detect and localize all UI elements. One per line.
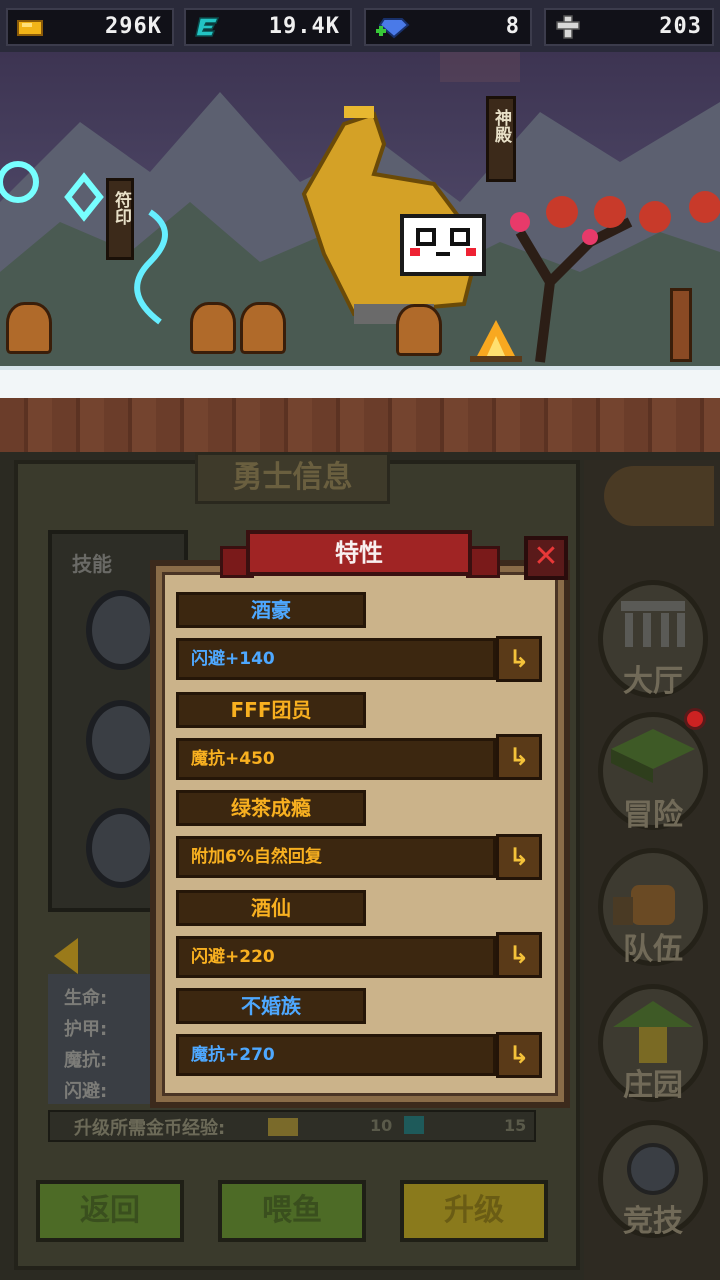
nav-adventure-label: 冒险 bbox=[623, 798, 683, 833]
trait-replace-button[interactable]: ↳ bbox=[496, 932, 542, 978]
feed-fish-button[interactable]: 喂鱼 bbox=[218, 1180, 366, 1242]
trait-name: 不婚族 bbox=[176, 988, 366, 1024]
close-button[interactable]: ✕ bbox=[524, 536, 568, 580]
trait-replace-button[interactable]: ↳ bbox=[496, 734, 542, 780]
cross-resource: 203 bbox=[544, 8, 714, 46]
trait-name: 酒仙 bbox=[176, 890, 366, 926]
arena-icon bbox=[627, 1143, 679, 1195]
ecoin-resource: 19.4K bbox=[184, 8, 352, 46]
e-coin-icon bbox=[195, 17, 220, 37]
face-emote-icon bbox=[410, 228, 476, 256]
adventure-icon bbox=[611, 729, 695, 783]
trait-name: FFF团员 bbox=[176, 692, 366, 728]
gem-value: 8 bbox=[505, 14, 520, 39]
trait-effect: 魔抗+450 bbox=[176, 738, 496, 780]
training-dummy bbox=[670, 288, 692, 362]
return-arrow-icon: ↳ bbox=[508, 645, 530, 673]
campfire bbox=[470, 320, 522, 362]
trait-replace-button[interactable]: ↳ bbox=[496, 1032, 542, 1078]
lock-icon bbox=[86, 700, 156, 780]
gold-ingot-icon bbox=[17, 20, 43, 36]
trait-replace-button[interactable]: ↳ bbox=[496, 834, 542, 880]
return-arrow-icon: ↳ bbox=[508, 941, 530, 969]
cross-icon bbox=[556, 15, 580, 39]
emote-bubble bbox=[400, 214, 486, 276]
trait-effect: 魔抗+270 bbox=[176, 1034, 496, 1076]
dirt-ground bbox=[0, 398, 720, 452]
nav-manor-label: 庄园 bbox=[623, 1068, 683, 1103]
stat-hp-label: 生命: bbox=[64, 988, 108, 1009]
trait-effect: 闪避+140 bbox=[176, 638, 496, 680]
trait-name: 酒豪 bbox=[176, 592, 366, 628]
return-arrow-icon: ↳ bbox=[508, 843, 530, 871]
game-scene: 符印 神殿 bbox=[0, 52, 720, 452]
panel-title: 勇士信息 bbox=[195, 452, 390, 504]
hall-icon bbox=[621, 601, 685, 647]
cross-value: 203 bbox=[659, 14, 702, 39]
stat-armor-label: 护甲: bbox=[64, 1019, 108, 1040]
rune-sign: 符印 bbox=[106, 178, 134, 260]
arrow-left-icon[interactable] bbox=[54, 938, 78, 974]
back-button[interactable]: 返回 bbox=[36, 1180, 184, 1242]
hero-character[interactable] bbox=[396, 304, 442, 356]
pet-portrait bbox=[604, 466, 714, 526]
return-arrow-icon: ↳ bbox=[508, 1041, 530, 1069]
trait-replace-button[interactable]: ↳ bbox=[496, 636, 542, 682]
lock-icon bbox=[86, 590, 156, 670]
nav-team-label: 队伍 bbox=[623, 932, 683, 967]
exp-value-a: 10 bbox=[370, 1116, 393, 1135]
ecoin-value: 19.4K bbox=[268, 14, 340, 39]
e-coin-icon bbox=[404, 1116, 424, 1134]
hero-character[interactable] bbox=[6, 302, 52, 354]
hero-character[interactable] bbox=[240, 302, 286, 354]
trait-effect: 附加6%自然回复 bbox=[176, 836, 496, 878]
rune-sign-text: 符印 bbox=[111, 191, 131, 225]
upgrade-button[interactable]: 升级 bbox=[400, 1180, 548, 1242]
trait-effect: 闪避+220 bbox=[176, 936, 496, 978]
stat-dodge-label: 闪避: bbox=[64, 1081, 108, 1102]
nav-hall-label: 大厅 bbox=[623, 664, 683, 699]
gold-value: 296K bbox=[105, 14, 162, 39]
notification-badge bbox=[684, 708, 706, 730]
gem-resource: 8 bbox=[364, 8, 532, 46]
lock-icon bbox=[86, 808, 156, 888]
trait-modal-title: 特性 bbox=[246, 530, 472, 576]
gold-resource: 296K bbox=[6, 8, 174, 46]
stat-magic-resist-label: 魔抗: bbox=[64, 1050, 108, 1071]
exp-label: 升级所需金币经验: bbox=[74, 1118, 226, 1139]
gem-icon bbox=[376, 18, 410, 39]
nav-arena-label: 竞技 bbox=[623, 1204, 683, 1239]
skills-title: 技能 bbox=[72, 552, 112, 576]
manor-icon bbox=[613, 1001, 693, 1063]
return-arrow-icon: ↳ bbox=[508, 743, 530, 771]
gold-ingot-icon bbox=[268, 1118, 298, 1136]
trait-name: 绿茶成瘾 bbox=[176, 790, 366, 826]
exp-value-b: 15 bbox=[504, 1116, 527, 1135]
temple-sign-text: 神殿 bbox=[491, 109, 511, 143]
hero-character[interactable] bbox=[190, 302, 236, 354]
